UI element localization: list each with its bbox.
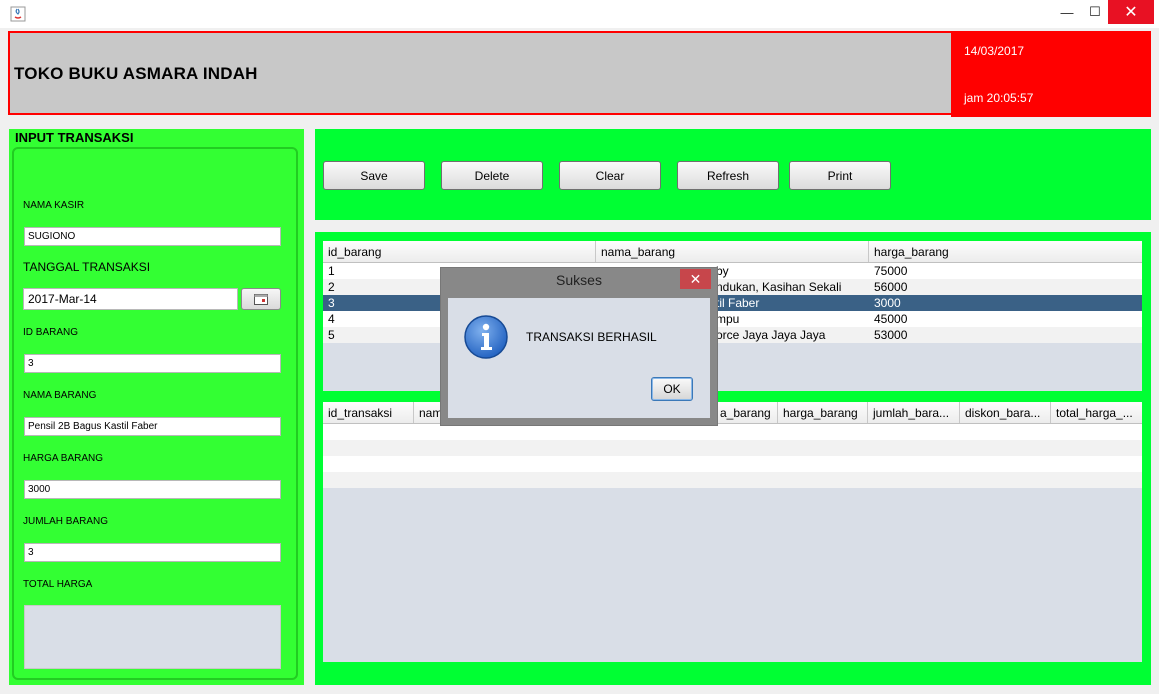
transaksi-table[interactable]: id_transaksi nam a_barang harga_barang j… [323, 402, 1142, 662]
minimize-icon[interactable]: — [1052, 0, 1082, 24]
column-header[interactable]: harga_barang [869, 241, 1142, 262]
dialog-message: TRANSAKSI BERHASIL [526, 330, 657, 344]
table-row[interactable] [323, 456, 1142, 472]
id-barang-field[interactable]: 3 [24, 354, 281, 373]
column-header[interactable]: a_barang [715, 402, 778, 423]
nama-barang-label: NAMA BARANG [23, 390, 97, 401]
id-barang-label: ID BARANG [23, 327, 79, 338]
table-row[interactable] [323, 424, 1142, 440]
harga-barang-label: HARGA BARANG [23, 453, 104, 464]
dialog-title: Sukses [556, 272, 602, 288]
table-cell: 53000 [874, 328, 908, 342]
calendar-icon [254, 293, 268, 305]
column-header[interactable]: jumlah_bara... [868, 402, 960, 423]
window-title-bar [0, 0, 1159, 28]
input-panel-title: INPUT TRANSAKSI [15, 130, 134, 145]
tanggal-field[interactable]: 2017-Mar-14 [23, 288, 238, 310]
window-close-icon[interactable]: ✕ [1108, 0, 1154, 24]
table-cell: 75000 [874, 264, 908, 278]
table-row[interactable] [323, 472, 1142, 488]
ok-button[interactable]: OK [651, 377, 693, 401]
tanggal-label: TANGGAL TRANSAKSI [23, 260, 151, 274]
column-header[interactable]: nama_barang [596, 241, 869, 262]
delete-button[interactable]: Delete [441, 161, 543, 190]
table-cell: 45000 [874, 312, 908, 326]
save-button[interactable]: Save [323, 161, 425, 190]
column-header[interactable]: id_transaksi [323, 402, 414, 423]
jumlah-barang-label: JUMLAH BARANG [23, 516, 109, 527]
clear-button[interactable]: Clear [559, 161, 661, 190]
table-cell: 3000 [874, 296, 901, 310]
info-icon [463, 314, 509, 360]
maximize-icon[interactable]: ☐ [1080, 0, 1110, 24]
refresh-button[interactable]: Refresh [677, 161, 779, 190]
nama-kasir-field[interactable]: SUGIONO [24, 227, 281, 246]
java-app-icon [10, 6, 26, 22]
harga-barang-field[interactable]: 3000 [24, 480, 281, 499]
column-header[interactable]: id_barang [323, 241, 596, 262]
nama-barang-field[interactable]: Pensil 2B Bagus Kastil Faber [24, 417, 281, 436]
calendar-button[interactable] [241, 288, 281, 310]
store-title: TOKO BUKU ASMARA INDAH [14, 64, 258, 83]
total-harga-label: TOTAL HARGA [23, 579, 93, 590]
table-cell: 56000 [874, 280, 908, 294]
barang-table-header: id_barang nama_barang harga_barang [323, 241, 1142, 263]
nama-kasir-label: NAMA KASIR [23, 200, 85, 211]
print-button[interactable]: Print [789, 161, 891, 190]
dialog-close-icon[interactable]: ✕ [680, 269, 711, 289]
total-harga-area[interactable] [24, 605, 281, 669]
date-label: 14/03/2017 [964, 44, 1025, 58]
table-row[interactable] [323, 440, 1142, 456]
column-header[interactable]: total_harga_... [1051, 402, 1142, 423]
time-label: jam 20:05:57 [964, 91, 1034, 105]
column-header[interactable]: harga_barang [778, 402, 868, 423]
jumlah-barang-field[interactable]: 3 [24, 543, 281, 562]
column-header[interactable]: diskon_bara... [960, 402, 1051, 423]
